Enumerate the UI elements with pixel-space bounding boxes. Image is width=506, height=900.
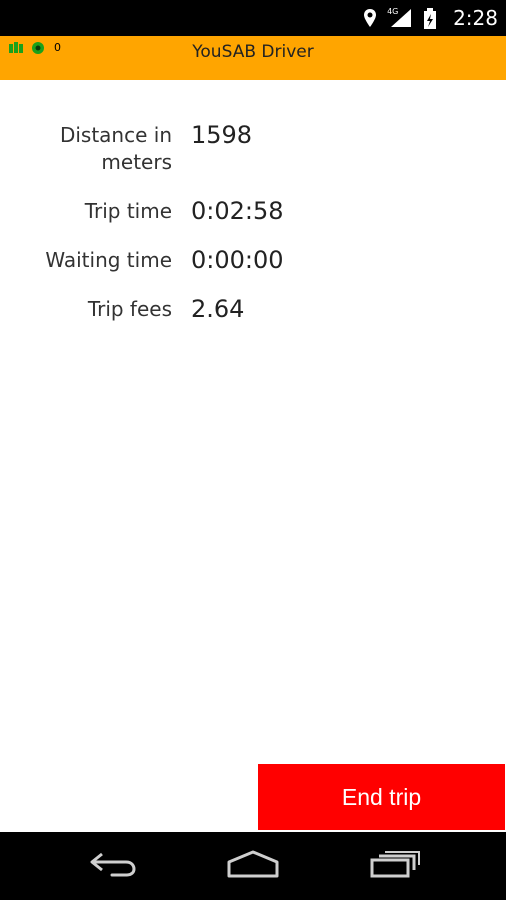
location-icon [361,8,379,28]
waiting-time-value: 0:00:00 [191,246,284,274]
distance-label: Distance in meters [59,123,172,174]
app-bar: 0 YouSAB Driver [0,36,506,80]
back-button[interactable] [83,842,143,890]
trip-fees-label: Trip fees [87,297,172,321]
status-bar: 4G 2:28 [0,0,506,36]
battery-icon [423,8,441,29]
waiting-time-label: Waiting time [45,248,172,272]
status-time: 2:28 [453,6,498,30]
home-icon [225,849,281,883]
nav-bar [0,832,506,900]
app-title: YouSAB Driver [192,42,314,62]
signal-icon: 4G [387,7,415,29]
recent-apps-button[interactable] [365,842,425,890]
end-trip-button[interactable]: End trip [258,764,505,830]
network-type-label: 4G [387,7,399,16]
back-icon [88,850,138,882]
distance-value: 1598 [191,121,253,149]
recent-apps-icon [369,849,421,883]
status-icons: 4G 2:28 [361,0,498,36]
trip-fees-value: 2.64 [191,295,245,323]
trip-time-value: 0:02:58 [191,197,284,225]
trip-time-label: Trip time [84,199,172,223]
home-button[interactable] [223,842,283,890]
